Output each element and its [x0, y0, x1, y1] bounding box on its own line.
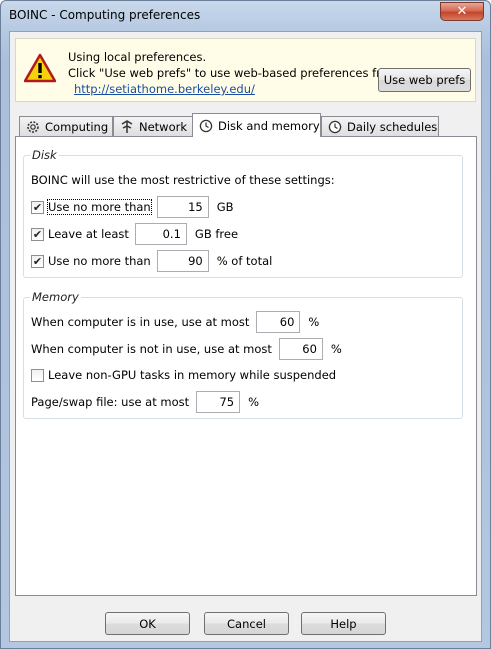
disk-max-unit: GB [216, 200, 234, 214]
gear-icon [27, 120, 39, 133]
disk-leave-row: ✔ Leave at least 0.1 GB free [31, 223, 238, 245]
disk-max-input[interactable]: 15 [156, 196, 209, 218]
close-button[interactable]: ✕ [440, 2, 484, 21]
tab-daily-schedules[interactable]: Daily schedules [321, 116, 439, 136]
memory-group-title: Memory [30, 290, 81, 304]
help-button[interactable]: Help [301, 612, 386, 635]
disk-pct-checkbox[interactable]: ✔ [31, 254, 44, 268]
notice-text: Using local preferences. Click "Use web … [68, 49, 399, 81]
tab-strip: Computing Network Disk and memory Daily … [17, 113, 477, 137]
mem-idle-label: When computer is not in use, use at most [31, 342, 272, 356]
leave-in-memory-checkbox[interactable] [31, 368, 44, 382]
window-title: BOINC - Computing preferences [9, 8, 201, 22]
ok-button[interactable]: OK [105, 612, 190, 635]
disk-max-checkbox[interactable]: ✔ [31, 200, 44, 214]
title-bar[interactable]: BOINC - Computing preferences ✕ [1, 1, 490, 31]
swap-row: Page/swap file: use at most 75 % [31, 391, 259, 413]
disk-intro: BOINC will use the most restrictive of t… [31, 173, 335, 187]
disk-leave-unit: GB free [194, 227, 239, 241]
preferences-window: BOINC - Computing preferences ✕ Using lo… [0, 0, 491, 649]
mem-in-use-unit: % [308, 315, 320, 329]
tab-label: Daily schedules [347, 119, 438, 134]
tab-disk-and-memory[interactable]: Disk and memory [192, 113, 321, 137]
cancel-button[interactable]: Cancel [204, 612, 289, 635]
leave-in-memory-label: Leave non-GPU tasks in memory while susp… [48, 368, 337, 382]
checkmark-icon: ✔ [32, 227, 43, 241]
warning-icon [24, 53, 56, 83]
tab-network[interactable]: Network [113, 116, 193, 136]
disk-group: Disk BOINC will use the most restrictive… [23, 148, 463, 278]
network-icon [121, 119, 133, 133]
mem-in-use-label: When computer is in use, use at most [31, 315, 250, 329]
tab-label: Computing [45, 119, 109, 134]
close-icon: ✕ [456, 4, 468, 19]
disk-pct-label: Use no more than [48, 254, 151, 268]
disk-max-label: Use no more than [47, 199, 152, 215]
disk-pct-input[interactable]: 90 [156, 250, 209, 272]
mem-idle-unit: % [330, 342, 342, 356]
disk-leave-checkbox[interactable]: ✔ [31, 227, 44, 241]
tab-label: Disk and memory [218, 118, 320, 133]
mem-in-use-input[interactable]: 60 [256, 311, 301, 333]
use-web-prefs-button[interactable]: Use web prefs [378, 68, 471, 92]
swap-unit: % [248, 395, 260, 409]
disk-and-memory-panel: Disk BOINC will use the most restrictive… [15, 136, 477, 596]
leave-in-memory-row: Leave non-GPU tasks in memory while susp… [31, 368, 336, 382]
mem-idle-row: When computer is not in use, use at most… [31, 338, 342, 360]
swap-label: Page/swap file: use at most [31, 395, 190, 409]
notice-line-2: Click "Use web prefs" to use web-based p… [68, 66, 399, 80]
swap-input[interactable]: 75 [196, 391, 241, 413]
disk-max-row: ✔ Use no more than 15 GB [31, 196, 234, 218]
clock-icon [199, 119, 213, 132]
tab-computing[interactable]: Computing [19, 116, 113, 136]
tab-label: Network [139, 119, 188, 134]
checkmark-icon: ✔ [32, 254, 43, 268]
mem-in-use-row: When computer is in use, use at most 60 … [31, 311, 319, 333]
mem-idle-input[interactable]: 60 [278, 338, 323, 360]
web-prefs-link[interactable]: http://setiathome.berkeley.edu/ [74, 82, 255, 96]
notice-line-1: Using local preferences. [68, 50, 207, 64]
local-prefs-notice: Using local preferences. Click "Use web … [15, 38, 476, 102]
dialog-client-area: Using local preferences. Click "Use web … [9, 31, 482, 642]
memory-group: Memory When computer is in use, use at m… [23, 290, 463, 419]
clock-icon [328, 120, 342, 133]
disk-group-title: Disk [30, 148, 59, 162]
disk-leave-label: Leave at least [48, 227, 129, 241]
checkmark-icon: ✔ [32, 200, 43, 214]
disk-leave-input[interactable]: 0.1 [134, 223, 187, 245]
disk-pct-unit: % of total [216, 254, 273, 268]
disk-pct-row: ✔ Use no more than 90 % of total [31, 250, 272, 272]
